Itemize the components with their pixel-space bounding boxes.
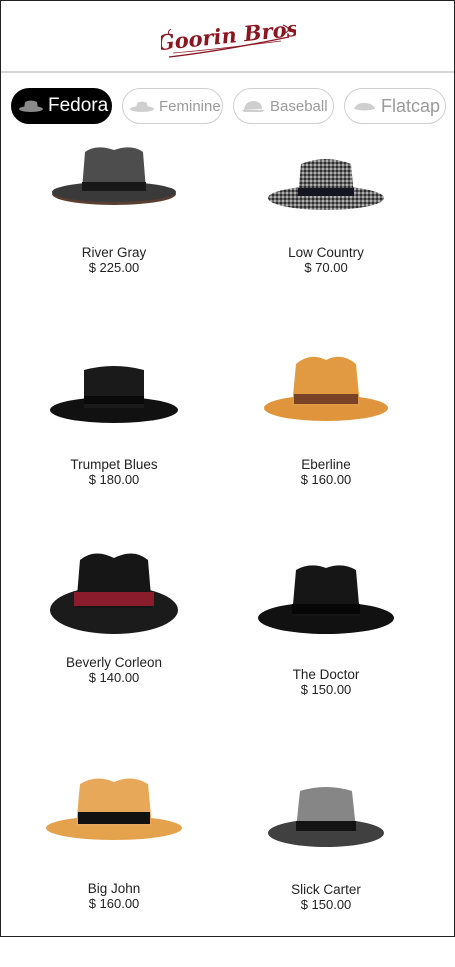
product-image <box>52 147 176 205</box>
product-card-eberline[interactable]: Eberline $ 160.00 <box>226 352 426 542</box>
tab-label: Fedora <box>48 95 109 116</box>
tab-feminine[interactable]: Feminine <box>122 88 223 124</box>
tab-flatcap[interactable]: Flatcap <box>344 88 446 124</box>
product-name: Big John <box>87 881 141 896</box>
feminine-hat-icon <box>130 101 154 112</box>
product-image <box>258 565 394 634</box>
product-card-trumpet-blues[interactable]: Trumpet Blues $ 180.00 <box>14 352 214 542</box>
product-name: Eberline <box>301 457 351 472</box>
tab-label: Flatcap <box>381 95 441 116</box>
header-divider <box>1 71 454 73</box>
tab-label: Baseball <box>270 97 328 115</box>
tab-baseball[interactable]: Baseball <box>233 88 334 124</box>
product-card-the-doctor[interactable]: The Doctor $ 150.00 <box>226 562 426 752</box>
product-name: The Doctor <box>292 667 360 682</box>
product-price: $ 150.00 <box>300 682 352 697</box>
fedora-icon <box>19 100 43 112</box>
product-price: $ 140.00 <box>88 670 140 685</box>
product-name: Trumpet Blues <box>70 457 158 472</box>
product-name: River Gray <box>81 245 147 260</box>
product-image <box>268 787 384 847</box>
product-price: $ 160.00 <box>300 472 352 487</box>
product-image <box>264 356 388 421</box>
product-card-big-john[interactable]: Big John $ 160.00 <box>14 776 214 966</box>
product-name: Slick Carter <box>291 882 361 897</box>
header: Goorin Bros <box>1 1 454 71</box>
goorin-bros-logo[interactable]: Goorin Bros <box>161 11 296 66</box>
product-price: $ 150.00 <box>300 897 352 912</box>
product-name: Low Country <box>288 245 364 260</box>
baseball-cap-icon <box>242 101 265 112</box>
flatcap-icon <box>354 102 375 111</box>
product-card-beverly-corleon[interactable]: Beverly Corleon $ 140.00 <box>14 550 214 740</box>
product-name: Beverly Corleon <box>65 655 163 670</box>
product-image <box>50 553 178 634</box>
category-tabs: Fedora Feminine Baseball Flatcap <box>0 88 455 126</box>
product-card-river-gray[interactable]: River Gray $ 225.00 <box>14 140 214 330</box>
product-price: $ 70.00 <box>304 260 348 275</box>
product-card-slick-carter[interactable]: Slick Carter $ 150.00 <box>226 777 426 967</box>
tab-fedora[interactable]: Fedora <box>11 88 112 124</box>
product-image <box>268 159 384 210</box>
product-price: $ 180.00 <box>88 472 140 487</box>
product-card-low-country[interactable]: Low Country $ 70.00 <box>226 140 426 330</box>
product-price: $ 160.00 <box>88 896 140 911</box>
product-image <box>46 778 182 840</box>
tab-label: Feminine <box>159 97 221 115</box>
product-price: $ 225.00 <box>88 260 140 275</box>
product-image <box>50 366 178 423</box>
logo-text: Goorin Bros <box>161 16 296 56</box>
